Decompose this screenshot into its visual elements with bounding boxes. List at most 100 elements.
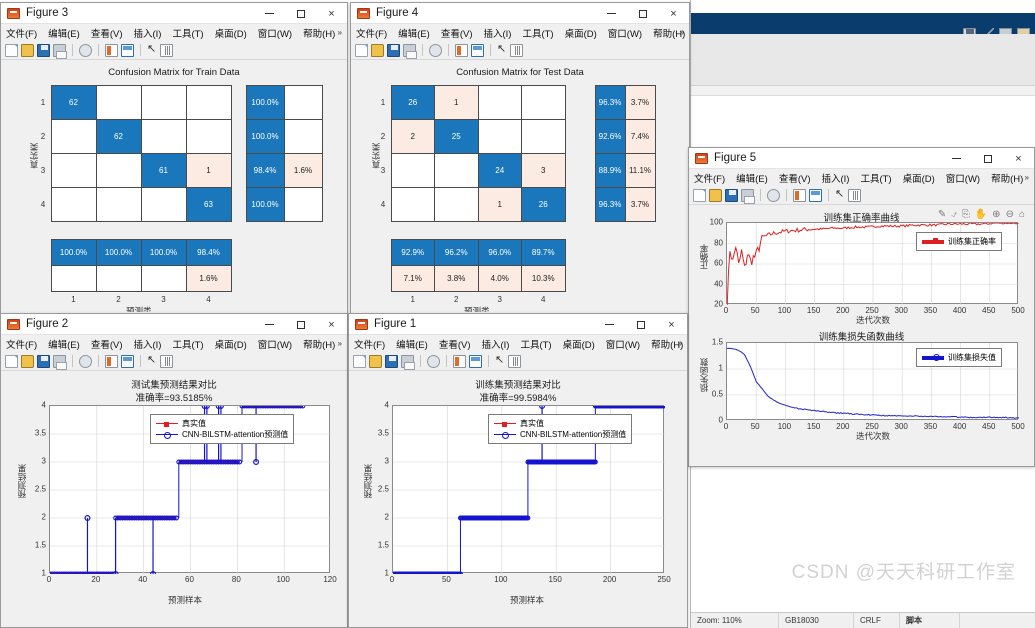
minimize-button[interactable]: [594, 314, 625, 335]
maximize-button[interactable]: [285, 314, 316, 335]
colorbar-icon[interactable]: [105, 354, 118, 368]
figure1-legend[interactable]: 真实值 CNN-BILSTM-attention预测值: [488, 414, 633, 444]
pointer-icon[interactable]: [495, 353, 505, 368]
menu-tools[interactable]: 工具(T): [860, 171, 891, 185]
legend-icon[interactable]: [809, 188, 822, 202]
save-icon[interactable]: [37, 43, 50, 57]
legend-icon[interactable]: [471, 43, 484, 57]
pointer-icon[interactable]: [497, 42, 507, 57]
figure3-menu-bar[interactable]: 文件(F) 编辑(E) 查看(V) 插入(I) 工具(T) 桌面(D) 窗口(W…: [1, 24, 347, 41]
menu-view[interactable]: 查看(V): [439, 337, 471, 351]
menu-desktop[interactable]: 桌面(D): [215, 337, 247, 351]
pointer-icon[interactable]: [147, 42, 157, 57]
minimize-button[interactable]: [596, 3, 627, 24]
figure5-loss-legend[interactable]: 训练集损失值: [916, 348, 1002, 367]
menu-insert[interactable]: 插入(I): [133, 337, 161, 351]
menu-insert[interactable]: 插入(I): [133, 26, 161, 40]
menu-help[interactable]: 帮助(H): [303, 26, 335, 40]
figure1-window-buttons[interactable]: ×: [594, 314, 687, 335]
menu-edit[interactable]: 编辑(E): [736, 171, 768, 185]
figure1-menu-bar[interactable]: 文件(F) 编辑(E) 查看(V) 插入(I) 工具(T) 桌面(D) 窗口(W…: [349, 335, 687, 352]
figure3-toolbar[interactable]: [1, 41, 347, 60]
new-figure-icon[interactable]: [5, 43, 18, 57]
matlab-ribbon[interactable]: [691, 34, 1035, 86]
new-figure-icon[interactable]: [355, 43, 368, 57]
zoom-in-icon[interactable]: ⊕: [992, 209, 1000, 220]
figure3-confusion-grid[interactable]: 62 62 61 1 63: [50, 84, 232, 222]
figure-window-5[interactable]: Figure 5 × 文件(F) 编辑(E) 查看(V) 插入(I) 工具(T)…: [688, 147, 1035, 467]
insert-icon[interactable]: [160, 43, 173, 57]
new-figure-icon[interactable]: [693, 188, 706, 202]
menu-edit[interactable]: 编辑(E): [48, 26, 80, 40]
figure4-window-buttons[interactable]: ×: [596, 3, 689, 24]
maximize-button[interactable]: [972, 148, 1003, 169]
open-icon[interactable]: [21, 354, 34, 368]
figure4-canvas[interactable]: Confusion Matrix for Test Data 26 1 2 25 24 3…: [352, 61, 688, 312]
figure5-toolbar[interactable]: [689, 186, 1034, 205]
menu-window[interactable]: 窗口(W): [258, 26, 292, 40]
colorbar-icon[interactable]: [105, 43, 118, 57]
maximize-button[interactable]: [625, 314, 656, 335]
close-button[interactable]: ×: [316, 3, 347, 24]
menu-window[interactable]: 窗口(W): [608, 26, 642, 40]
figure1-title-bar[interactable]: Figure 1 ×: [349, 314, 687, 335]
close-button[interactable]: ×: [656, 314, 687, 335]
menu-overflow-icon[interactable]: »: [338, 28, 342, 37]
insert-icon[interactable]: [510, 43, 523, 57]
pointer-icon[interactable]: [835, 187, 845, 202]
save-icon[interactable]: [387, 43, 400, 57]
menu-file[interactable]: 文件(F): [694, 171, 725, 185]
pointer-icon[interactable]: [147, 353, 157, 368]
menu-overflow-icon[interactable]: »: [338, 339, 342, 348]
figure3-row-summary-grid[interactable]: 100.0% 100.0% 98.4% 1.6% 100.0%: [245, 84, 323, 222]
menu-overflow-icon[interactable]: »: [680, 28, 684, 37]
menu-tools[interactable]: 工具(T): [520, 337, 551, 351]
datatip-icon[interactable]: ⍻: [951, 209, 957, 220]
colorbar-icon[interactable]: [453, 354, 466, 368]
matlab-address-strip[interactable]: [691, 86, 1035, 96]
zoom-icon[interactable]: [427, 354, 440, 368]
maximize-button[interactable]: [285, 3, 316, 24]
figure2-window-buttons[interactable]: ×: [254, 314, 347, 335]
figure4-toolbar[interactable]: [351, 41, 689, 60]
print-icon[interactable]: [403, 43, 417, 59]
zoom-out-icon[interactable]: ⊖: [1006, 209, 1014, 220]
menu-desktop[interactable]: 桌面(D): [563, 337, 595, 351]
minimize-button[interactable]: [254, 3, 285, 24]
figure2-legend[interactable]: 真实值 CNN-BILSTM-attention预测值: [150, 414, 295, 444]
menu-file[interactable]: 文件(F): [6, 337, 37, 351]
figure5-title-bar[interactable]: Figure 5 ×: [689, 148, 1034, 169]
zoom-icon[interactable]: [79, 354, 92, 368]
axes-toolbar[interactable]: ✎ ⍻ ⎘ ✋ ⊕ ⊖ ⌂: [938, 209, 1025, 220]
menu-desktop[interactable]: 桌面(D): [565, 26, 597, 40]
figure3-title-bar[interactable]: Figure 3 ×: [1, 3, 347, 24]
save-icon[interactable]: [725, 188, 738, 202]
menu-window[interactable]: 窗口(W): [946, 171, 980, 185]
legend-icon[interactable]: [469, 354, 482, 368]
figure4-row-summary-grid[interactable]: 96.3% 3.7% 92.6% 7.4% 88.9% 11.1% 96.3% 3.7%: [594, 84, 656, 222]
figure2-canvas[interactable]: 测试集预测结果对比 准确率=93.5185% 0 20 40 60 80 100 120 1 1…: [2, 372, 346, 626]
open-icon[interactable]: [709, 188, 722, 202]
menu-tools[interactable]: 工具(T): [522, 26, 553, 40]
legend-icon[interactable]: [121, 354, 134, 368]
menu-help[interactable]: 帮助(H): [303, 337, 335, 351]
figure4-title-bar[interactable]: Figure 4 ×: [351, 3, 689, 24]
menu-desktop[interactable]: 桌面(D): [903, 171, 935, 185]
legend-icon[interactable]: [121, 43, 134, 57]
menu-help[interactable]: 帮助(H): [991, 171, 1023, 185]
figure5-window-buttons[interactable]: ×: [941, 148, 1034, 169]
menu-view[interactable]: 查看(V): [779, 171, 811, 185]
insert-icon[interactable]: [160, 354, 173, 368]
menu-edit[interactable]: 编辑(E): [48, 337, 80, 351]
menu-insert[interactable]: 插入(I): [481, 337, 509, 351]
open-icon[interactable]: [21, 43, 34, 57]
zoom-icon[interactable]: [79, 43, 92, 57]
menu-file[interactable]: 文件(F): [6, 26, 37, 40]
figure5-accuracy-legend[interactable]: 训练集正确率: [916, 232, 1002, 251]
figure4-menu-bar[interactable]: 文件(F) 编辑(E) 查看(V) 插入(I) 工具(T) 桌面(D) 窗口(W…: [351, 24, 689, 41]
zoom-icon[interactable]: [429, 43, 442, 57]
print-icon[interactable]: [401, 354, 415, 370]
figure-window-4[interactable]: Figure 4 × 文件(F) 编辑(E) 查看(V) 插入(I) 工具(T)…: [350, 2, 690, 314]
menu-window[interactable]: 窗口(W): [258, 337, 292, 351]
colorbar-icon[interactable]: [455, 43, 468, 57]
